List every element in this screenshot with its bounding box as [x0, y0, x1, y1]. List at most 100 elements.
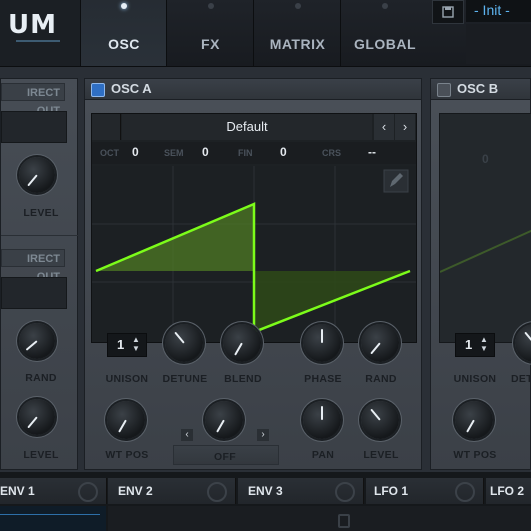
- drag-ring-icon[interactable]: [78, 482, 98, 502]
- rand-label: RAND: [365, 373, 397, 385]
- unison-stepper[interactable]: 1 ▲ ▼: [455, 333, 495, 357]
- tab-indicator-dot: [294, 3, 301, 9]
- tab-label: FX: [201, 36, 220, 52]
- level-knob[interactable]: [19, 399, 55, 435]
- left-partial-panel: IRECT OUT LEVEL IRECT OUT RAND LEVEL: [0, 78, 79, 470]
- tab-osc[interactable]: OSC: [80, 0, 167, 66]
- chevron-left-icon: ‹: [381, 119, 387, 134]
- fin-value[interactable]: 0: [280, 145, 287, 159]
- prev-wavetable-button[interactable]: ‹: [374, 114, 394, 140]
- oct-label: OCT: [100, 148, 119, 158]
- crs-value[interactable]: --: [368, 145, 376, 159]
- wt-pos-knob[interactable]: [107, 401, 145, 439]
- rand-knob[interactable]: [19, 323, 55, 359]
- pan-knob[interactable]: [303, 401, 341, 439]
- tab-label: ENV 1: [0, 484, 35, 498]
- chevron-left-icon: ‹: [185, 429, 189, 440]
- level-knob[interactable]: [19, 157, 55, 193]
- unison-label: UNISON: [453, 373, 497, 385]
- next-mode-button[interactable]: ›: [257, 429, 269, 441]
- detune-label: DET: [511, 373, 531, 385]
- wt-pos-label: WT POS: [105, 449, 149, 461]
- tab-label: OSC: [108, 36, 140, 52]
- prev-mode-button[interactable]: ‹: [181, 429, 193, 441]
- preset-browser-area: [466, 24, 531, 64]
- tab-label: ENV 2: [118, 484, 153, 498]
- tab-label: ENV 3: [248, 484, 283, 498]
- tab-env-3[interactable]: ENV 3: [238, 478, 364, 504]
- level-label: LEVEL: [363, 449, 399, 461]
- logo-text: UM: [8, 10, 57, 40]
- unison-label: UNISON: [105, 373, 149, 385]
- envelope-line: [0, 514, 100, 515]
- wavetable-menu-button[interactable]: [92, 114, 121, 140]
- wavetable-section: Default ‹ › OCT 0 SEM 0 FIN 0 CRS --: [91, 113, 417, 343]
- tab-indicator-dot: [207, 3, 214, 9]
- lock-icon[interactable]: [338, 514, 350, 528]
- sem-value[interactable]: 0: [202, 145, 209, 159]
- detune-knob[interactable]: [165, 324, 203, 362]
- tab-label: GLOBAL: [353, 36, 417, 52]
- drag-ring-icon[interactable]: [455, 482, 475, 502]
- drag-ring-icon[interactable]: [207, 482, 227, 502]
- osc-a-title: OSC A: [111, 81, 152, 96]
- osc-a-enable-checkbox[interactable]: [91, 82, 105, 97]
- detune-label: DETUNE: [162, 373, 208, 385]
- tab-label: LFO 1: [374, 484, 409, 498]
- tab-indicator-dot: [382, 3, 388, 9]
- modulation-graph-area: [108, 506, 531, 531]
- warp-mode-label: OFF: [214, 451, 236, 463]
- crs-label: CRS: [322, 148, 342, 158]
- output-display: [1, 277, 67, 309]
- tab-lfo-1[interactable]: LFO 1: [366, 478, 484, 504]
- save-icon: [442, 6, 454, 18]
- wt-pos-knob[interactable]: [455, 401, 493, 439]
- unison-value: 1: [465, 337, 473, 352]
- wt-pos-label: WT POS: [453, 449, 497, 461]
- level-label: LEVEL: [23, 449, 59, 461]
- stepper-arrows-icon: ▲ ▼: [480, 335, 488, 353]
- level-label: LEVEL: [23, 207, 59, 219]
- tab-indicator-dot: [121, 3, 127, 9]
- logo: UM: [0, 0, 81, 66]
- oct-value[interactable]: 0: [132, 145, 139, 159]
- waveform-display: [92, 166, 416, 340]
- tab-label: MATRIX: [269, 36, 326, 52]
- phase-label: PHASE: [304, 373, 342, 385]
- next-wavetable-button[interactable]: ›: [395, 114, 415, 140]
- osc-b-header: OSC B: [431, 79, 530, 100]
- chevron-right-icon: ›: [261, 429, 265, 440]
- blend-knob[interactable]: [223, 324, 261, 362]
- level-knob[interactable]: [361, 401, 399, 439]
- chevron-right-icon: ›: [402, 119, 408, 134]
- output-display: [1, 111, 67, 143]
- preset-name[interactable]: - Init -: [466, 0, 531, 22]
- pitch-row: OCT 0 SEM 0 FIN 0 CRS --: [92, 142, 416, 164]
- waveform-line: [440, 229, 531, 273]
- osc-a-header: OSC A: [85, 79, 421, 100]
- unison-stepper[interactable]: 1 ▲ ▼: [107, 333, 147, 357]
- wavetable-name[interactable]: Default: [122, 114, 372, 140]
- tab-matrix[interactable]: MATRIX: [253, 0, 341, 66]
- osc-b-wavetable-section: 0: [439, 113, 531, 343]
- osc-b-waveform: [440, 229, 531, 273]
- rand-label: RAND: [25, 372, 57, 384]
- tab-lfo-2[interactable]: LFO 2: [486, 478, 531, 504]
- drag-ring-icon[interactable]: [335, 482, 355, 502]
- osc-a-panel: OSC A Default ‹ › OCT 0 SEM 0 FIN 0 CRS …: [84, 78, 422, 470]
- tab-env-1[interactable]: ENV 1: [0, 478, 107, 504]
- tab-fx[interactable]: FX: [166, 0, 254, 66]
- direct-out-button[interactable]: IRECT OUT: [1, 249, 65, 283]
- tab-env-2[interactable]: ENV 2: [108, 478, 236, 504]
- phase-knob[interactable]: [303, 324, 341, 362]
- tab-global[interactable]: GLOBAL: [340, 0, 429, 66]
- save-button[interactable]: [432, 0, 464, 24]
- warp-knob[interactable]: [205, 401, 243, 439]
- stepper-arrows-icon: ▲ ▼: [132, 335, 140, 353]
- rand-knob[interactable]: [361, 324, 399, 362]
- direct-out-button[interactable]: IRECT OUT: [1, 83, 65, 117]
- osc-b-enable-checkbox[interactable]: [437, 82, 451, 97]
- divider: [1, 235, 79, 236]
- tab-label: LFO 2: [490, 484, 525, 498]
- logo-underline: [16, 40, 60, 42]
